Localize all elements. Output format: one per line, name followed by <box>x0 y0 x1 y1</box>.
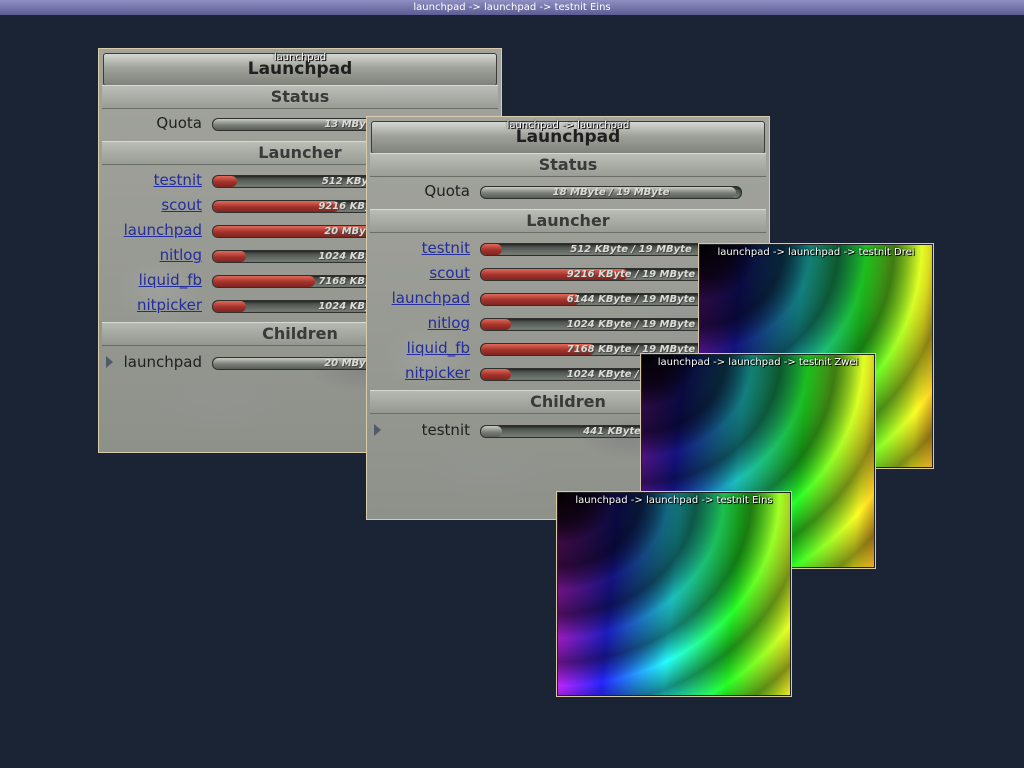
screen-title-bar: launchpad -> launchpad -> testnit Eins <box>0 0 1024 15</box>
launcher-link[interactable]: testnit <box>370 237 470 259</box>
launcher-link[interactable]: launchpad <box>102 219 202 241</box>
quota-row: Quota 18 MByte / 19 MByte <box>370 180 766 202</box>
launcher-section-title: Launcher <box>370 209 766 233</box>
window-title[interactable]: launchpad -> launchpad <box>367 119 769 133</box>
launcher-link[interactable]: nitlog <box>370 312 470 334</box>
window-title[interactable]: launchpad -> launchpad -> testnit Zwei <box>641 356 875 370</box>
launcher-link[interactable]: nitpicker <box>102 294 202 316</box>
launcher-link[interactable]: testnit <box>102 169 202 191</box>
launcher-link[interactable]: nitpicker <box>370 362 470 384</box>
launcher-link[interactable]: scout <box>370 262 470 284</box>
status-section-title: Status <box>370 153 766 177</box>
child-name[interactable]: testnit <box>370 419 470 441</box>
launcher-link[interactable]: scout <box>102 194 202 216</box>
quota-bar[interactable]: 18 MByte / 19 MByte <box>480 186 742 199</box>
launcher-link[interactable]: launchpad <box>370 287 470 309</box>
child-name[interactable]: launchpad <box>102 351 202 373</box>
window-title[interactable]: launchpad -> launchpad -> testnit Eins <box>557 494 791 508</box>
launcher-link[interactable]: liquid_fb <box>370 337 470 359</box>
window-title[interactable]: launchpad <box>99 51 501 65</box>
launcher-link[interactable]: nitlog <box>102 244 202 266</box>
launcher-link[interactable]: liquid_fb <box>102 269 202 291</box>
gradient-canvas[interactable] <box>558 493 790 695</box>
quota-bar-text: 18 MByte / 19 MByte <box>552 187 670 198</box>
quota-label: Quota <box>156 114 202 132</box>
window-title[interactable]: launchpad -> launchpad -> testnit Drei <box>699 246 933 260</box>
quota-label: Quota <box>424 182 470 200</box>
status-section-title: Status <box>102 85 498 109</box>
testnit-eins-window[interactable]: launchpad -> launchpad -> testnit Eins <box>556 491 792 697</box>
